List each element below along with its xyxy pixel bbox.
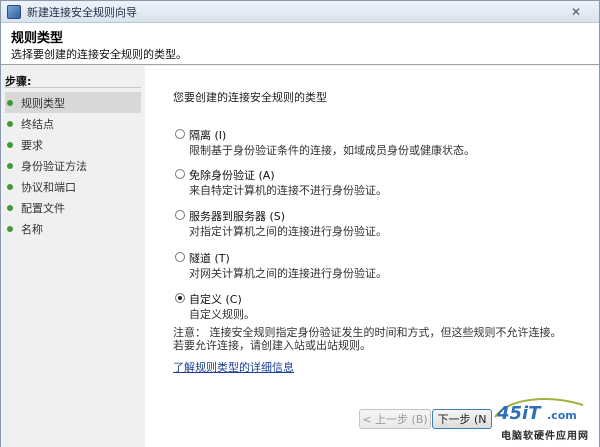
- title-bar[interactable]: 新建连接安全规则向导 ✕: [1, 1, 599, 23]
- option-label[interactable]: 服务器到服务器 (S): [189, 208, 285, 224]
- step-label: 协议和端口: [21, 180, 76, 194]
- site-watermark: 45iT .com 电脑软硬件应用网: [473, 395, 593, 443]
- step-label: 终结点: [21, 117, 54, 131]
- content-panel: 您要创建的连接安全规则的类型 隔离 (I) 限制基于身份验证条件的连接，如域成员…: [145, 66, 599, 447]
- step-label: 身份验证方法: [21, 159, 87, 173]
- site-logo-icon: 45iT .com: [494, 398, 584, 424]
- radio-isolation[interactable]: [175, 129, 185, 139]
- step-label: 名称: [21, 222, 43, 236]
- wizard-header: 规则类型 选择要创建的连接安全规则的类型。: [1, 23, 599, 65]
- back-button[interactable]: < 上一步 (B): [359, 409, 431, 429]
- learn-more-link[interactable]: 了解规则类型的详细信息: [173, 359, 294, 375]
- wizard-window: 新建连接安全规则向导 ✕ 规则类型 选择要创建的连接安全规则的类型。 步骤: 规…: [0, 0, 600, 447]
- option-label[interactable]: 免除身份验证 (A): [189, 167, 275, 183]
- option-description: 自定义规则。: [189, 308, 255, 321]
- option-description: 对指定计算机之间的连接进行身份验证。: [189, 225, 387, 238]
- option-description: 来自特定计算机的连接不进行身份验证。: [189, 184, 387, 197]
- step-bullet-icon: [7, 99, 13, 106]
- close-icon[interactable]: ✕: [561, 4, 591, 20]
- step-endpoints[interactable]: 终结点: [5, 113, 141, 134]
- step-rule-type[interactable]: 规则类型: [5, 92, 141, 113]
- option-label[interactable]: 隔离 (I): [189, 127, 226, 143]
- step-profile[interactable]: 配置文件: [5, 197, 141, 218]
- option-description: 对网关计算机之间的连接进行身份验证。: [189, 267, 387, 280]
- step-requirements[interactable]: 要求: [5, 134, 141, 155]
- svg-text:45iT: 45iT: [496, 403, 542, 424]
- step-bullet-icon: [7, 141, 13, 148]
- svg-text:.com: .com: [547, 409, 577, 422]
- step-bullet-icon: [7, 225, 13, 232]
- step-list: 规则类型 终结点 要求 身份验证方法 协议和端口 配置文件 名称: [5, 92, 141, 239]
- step-bullet-icon: [7, 120, 13, 127]
- step-bullet-icon: [7, 204, 13, 211]
- option-label[interactable]: 隧道 (T): [189, 250, 230, 266]
- step-protocols-ports[interactable]: 协议和端口: [5, 176, 141, 197]
- window-title: 新建连接安全规则向导: [27, 5, 137, 19]
- radio-server-to-server[interactable]: [175, 210, 185, 220]
- rule-type-question: 您要创建的连接安全规则的类型: [173, 91, 327, 104]
- step-bullet-icon: [7, 162, 13, 169]
- radio-custom[interactable]: [175, 293, 185, 303]
- firewall-app-icon: [7, 4, 21, 19]
- option-label[interactable]: 自定义 (C): [189, 291, 242, 307]
- step-name[interactable]: 名称: [5, 218, 141, 239]
- page-subtitle: 选择要创建的连接安全规则的类型。: [11, 48, 187, 61]
- step-label: 规则类型: [21, 96, 65, 110]
- step-auth-method[interactable]: 身份验证方法: [5, 155, 141, 176]
- option-description: 限制基于身份验证条件的连接，如域成员身份或健康状态。: [189, 144, 475, 157]
- note-text: 注意： 连接安全规则指定身份验证发生的时间和方式，但这些规则不允许连接。若要允许…: [173, 326, 562, 352]
- radio-tunnel[interactable]: [175, 252, 185, 262]
- step-label: 要求: [21, 138, 43, 152]
- watermark-text: 电脑软硬件应用网: [501, 431, 589, 442]
- steps-sidebar: 步骤: 规则类型 终结点 要求 身份验证方法 协议和端口 配置文件 名称: [1, 66, 145, 447]
- steps-divider: [5, 87, 141, 88]
- page-title: 规则类型: [11, 31, 64, 46]
- step-label: 配置文件: [21, 201, 65, 215]
- step-bullet-icon: [7, 183, 13, 190]
- radio-auth-exemption[interactable]: [175, 169, 185, 179]
